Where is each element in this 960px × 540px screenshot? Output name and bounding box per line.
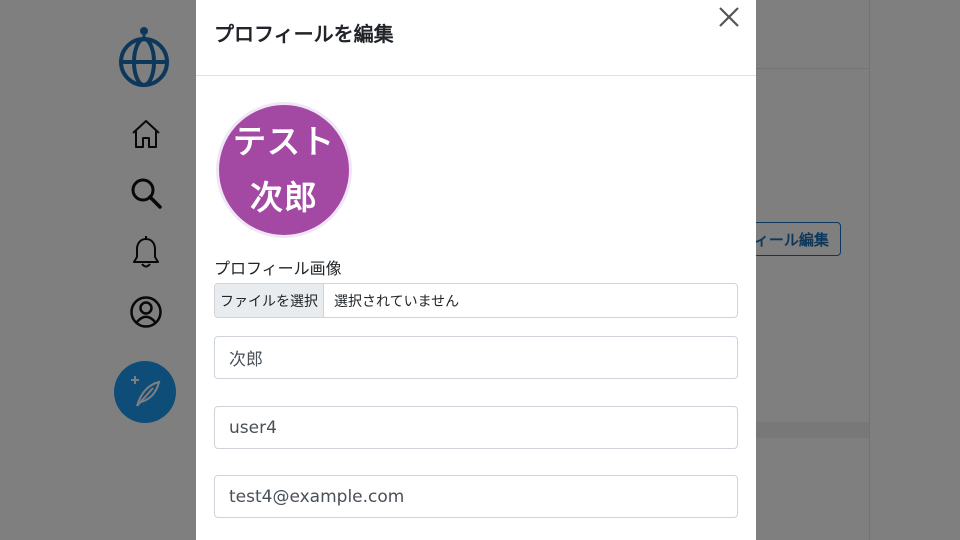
modal-title: プロフィールを編集 (214, 22, 394, 46)
profile-image-file-input[interactable]: ファイルを選択 選択されていません (214, 283, 738, 318)
profile-image-label: プロフィール画像 (214, 259, 342, 278)
file-status-text: 選択されていません (334, 293, 460, 310)
choose-file-button[interactable]: ファイルを選択 (215, 284, 324, 317)
avatar-text-line1: テスト (233, 122, 335, 161)
email-field[interactable] (214, 475, 738, 518)
avatar-text-line2: 次郎 (250, 178, 318, 217)
close-button[interactable] (716, 4, 742, 30)
username-field[interactable] (214, 406, 738, 449)
modal-header: プロフィールを編集 (196, 0, 756, 76)
name-field[interactable] (214, 336, 738, 379)
edit-profile-modal: プロフィールを編集 テスト 次郎 プロフィール画像 ファイルを選択 選択されてい… (196, 0, 756, 540)
close-icon (719, 7, 739, 27)
avatar[interactable]: テスト 次郎 (216, 102, 352, 238)
